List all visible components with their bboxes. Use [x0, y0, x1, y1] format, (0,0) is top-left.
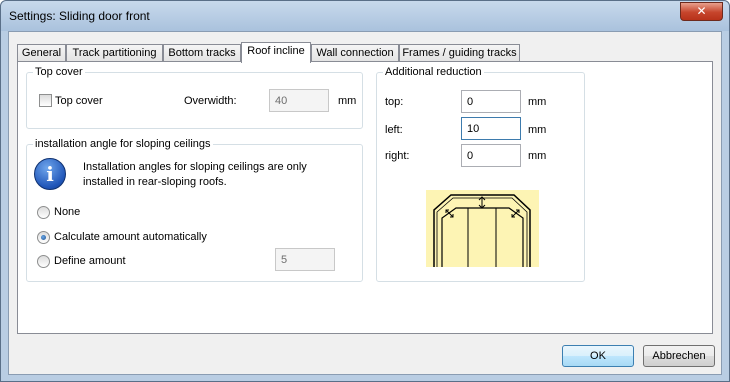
- tab-roof-incline[interactable]: Roof incline: [241, 42, 311, 63]
- tab-panel-roof-incline: Top cover Top cover Overwidth: mm instal…: [17, 61, 713, 334]
- info-icon: i: [34, 158, 66, 190]
- overwidth-label: Overwidth:: [184, 95, 237, 107]
- close-button[interactable]: ✕: [680, 2, 723, 21]
- title-bar[interactable]: Settings: Sliding door front ✕: [1, 1, 729, 31]
- tab-label: Roof incline: [247, 45, 305, 57]
- top-cover-group-title: Top cover: [33, 66, 85, 79]
- left-reduction-input[interactable]: [461, 117, 521, 140]
- define-amount-input[interactable]: [275, 248, 335, 271]
- top-cover-group: Top cover Top cover Overwidth: mm: [26, 66, 363, 129]
- right-reduction-input[interactable]: [461, 144, 521, 167]
- left-reduction-unit: mm: [528, 124, 547, 136]
- radio-define-amount-label: Define amount: [54, 255, 126, 267]
- radio-calculate-automatically[interactable]: [37, 231, 50, 244]
- right-reduction-unit: mm: [528, 150, 547, 162]
- top-reduction-unit: mm: [528, 96, 547, 108]
- additional-reduction-group-title: Additional reduction: [383, 66, 484, 79]
- tab-bottom-tracks[interactable]: Bottom tracks: [163, 44, 241, 62]
- info-text-line-1: Installation angles for sloping ceilings…: [83, 161, 307, 173]
- installation-angle-group-title: installation angle for sloping ceilings: [33, 138, 213, 151]
- installation-angle-group: installation angle for sloping ceilings …: [26, 138, 363, 282]
- radio-none-label: None: [54, 206, 81, 218]
- tab-label: Wall connection: [316, 47, 394, 59]
- tab-wall-connection[interactable]: Wall connection: [311, 44, 399, 62]
- tab-label: Bottom tracks: [168, 47, 236, 59]
- ok-button[interactable]: OK: [562, 345, 634, 367]
- roof-incline-diagram: [426, 190, 539, 267]
- overwidth-input[interactable]: [269, 89, 329, 112]
- tab-label: General: [21, 47, 62, 59]
- dialog-client-area: General Track partitioning Bottom tracks…: [8, 31, 722, 375]
- info-text-line-2: installed in rear-sloping roofs.: [83, 176, 227, 188]
- overwidth-unit: mm: [338, 95, 357, 107]
- tab-label: Frames / guiding tracks: [402, 47, 517, 59]
- radio-calculate-automatically-label: Calculate amount automatically: [54, 231, 207, 243]
- right-reduction-label: right:: [385, 150, 410, 162]
- additional-reduction-group: Additional reduction top: mm left: mm ri…: [376, 66, 585, 282]
- tab-label: Track partitioning: [72, 47, 157, 59]
- cancel-button[interactable]: Abbrechen: [643, 345, 715, 367]
- top-reduction-label: top:: [385, 96, 404, 108]
- top-cover-checkbox[interactable]: [39, 94, 52, 107]
- radio-define-amount[interactable]: [37, 255, 50, 268]
- tab-general[interactable]: General: [17, 44, 66, 62]
- close-icon: ✕: [696, 4, 707, 18]
- radio-none[interactable]: [37, 206, 50, 219]
- top-cover-checkbox-label: Top cover: [55, 95, 103, 107]
- window-title: Settings: Sliding door front: [9, 9, 150, 23]
- dialog-window: Settings: Sliding door front ✕ General T…: [0, 0, 730, 382]
- top-reduction-input[interactable]: [461, 90, 521, 113]
- left-reduction-label: left:: [385, 124, 403, 136]
- tab-frames-guiding-tracks[interactable]: Frames / guiding tracks: [399, 44, 520, 62]
- tab-track-partitioning[interactable]: Track partitioning: [66, 44, 163, 62]
